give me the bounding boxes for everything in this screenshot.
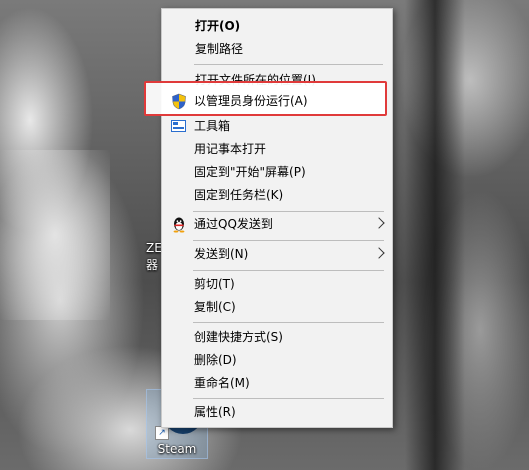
menu-item-label: 发送到(N) — [194, 247, 249, 261]
menu-item-label: 用记事本打开 — [194, 142, 267, 156]
menu-item-rename[interactable]: 重命名(M) — [161, 372, 393, 395]
menu-item-label: 重命名(M) — [194, 376, 250, 390]
menu-item-label: 复制(C) — [194, 300, 236, 314]
menu-item-delete[interactable]: 删除(D) — [161, 349, 393, 372]
toolbox-icon — [171, 120, 186, 132]
shortcut-arrow-icon: ↗ — [155, 426, 169, 440]
menu-item-run-as-admin[interactable]: 以管理员身份运行(A) — [161, 90, 393, 113]
uac-shield-icon — [172, 93, 186, 110]
menu-item-pin-to-taskbar[interactable]: 固定到任务栏(K) — [161, 184, 393, 207]
desktop-label-line-1: ZE — [146, 241, 162, 255]
desktop-label-line-2: 器 — [146, 258, 159, 272]
menu-item-label: 属性(R) — [194, 405, 236, 419]
menu-item-copy[interactable]: 复制(C) — [161, 296, 393, 319]
menu-item-label: 固定到任务栏(K) — [194, 188, 284, 202]
menu-item-send-via-qq[interactable]: 通过QQ发送到 — [161, 213, 393, 236]
context-menu-lower: 以管理员身份运行(A) 工具箱 用记事本打开 固定到"开始"屏幕(P) 固定到任… — [161, 8, 393, 428]
background-highlight — [0, 150, 110, 320]
menu-item-label: 固定到"开始"屏幕(P) — [194, 165, 306, 179]
submenu-arrow-icon — [373, 247, 385, 259]
menu-item-label: 剪切(T) — [194, 277, 235, 291]
menu-separator — [193, 240, 384, 241]
menu-separator — [193, 211, 384, 212]
menu-item-label: 删除(D) — [194, 353, 237, 367]
menu-item-open-with-notepad[interactable]: 用记事本打开 — [161, 138, 393, 161]
menu-item-toolbox[interactable]: 工具箱 — [161, 115, 393, 138]
menu-item-send-to[interactable]: 发送到(N) — [161, 243, 393, 266]
menu-separator — [193, 322, 384, 323]
menu-item-label: 通过QQ发送到 — [194, 217, 273, 231]
menu-item-label: 创建快捷方式(S) — [194, 330, 283, 344]
background-shadow — [405, 0, 465, 470]
menu-item-label: 以管理员身份运行(A) — [194, 94, 308, 108]
desktop-icon-label-partial[interactable]: ZE 器 — [146, 240, 162, 274]
menu-separator — [193, 398, 384, 399]
steam-icon-label: Steam — [157, 442, 197, 456]
menu-item-properties[interactable]: 属性(R) — [161, 401, 393, 424]
menu-item-pin-to-start[interactable]: 固定到"开始"屏幕(P) — [161, 161, 393, 184]
menu-item-cut[interactable]: 剪切(T) — [161, 273, 393, 296]
submenu-arrow-icon — [373, 217, 385, 229]
qq-penguin-icon — [173, 217, 185, 233]
menu-separator — [193, 270, 384, 271]
menu-item-create-shortcut[interactable]: 创建快捷方式(S) — [161, 326, 393, 349]
menu-item-label: 工具箱 — [194, 119, 231, 133]
